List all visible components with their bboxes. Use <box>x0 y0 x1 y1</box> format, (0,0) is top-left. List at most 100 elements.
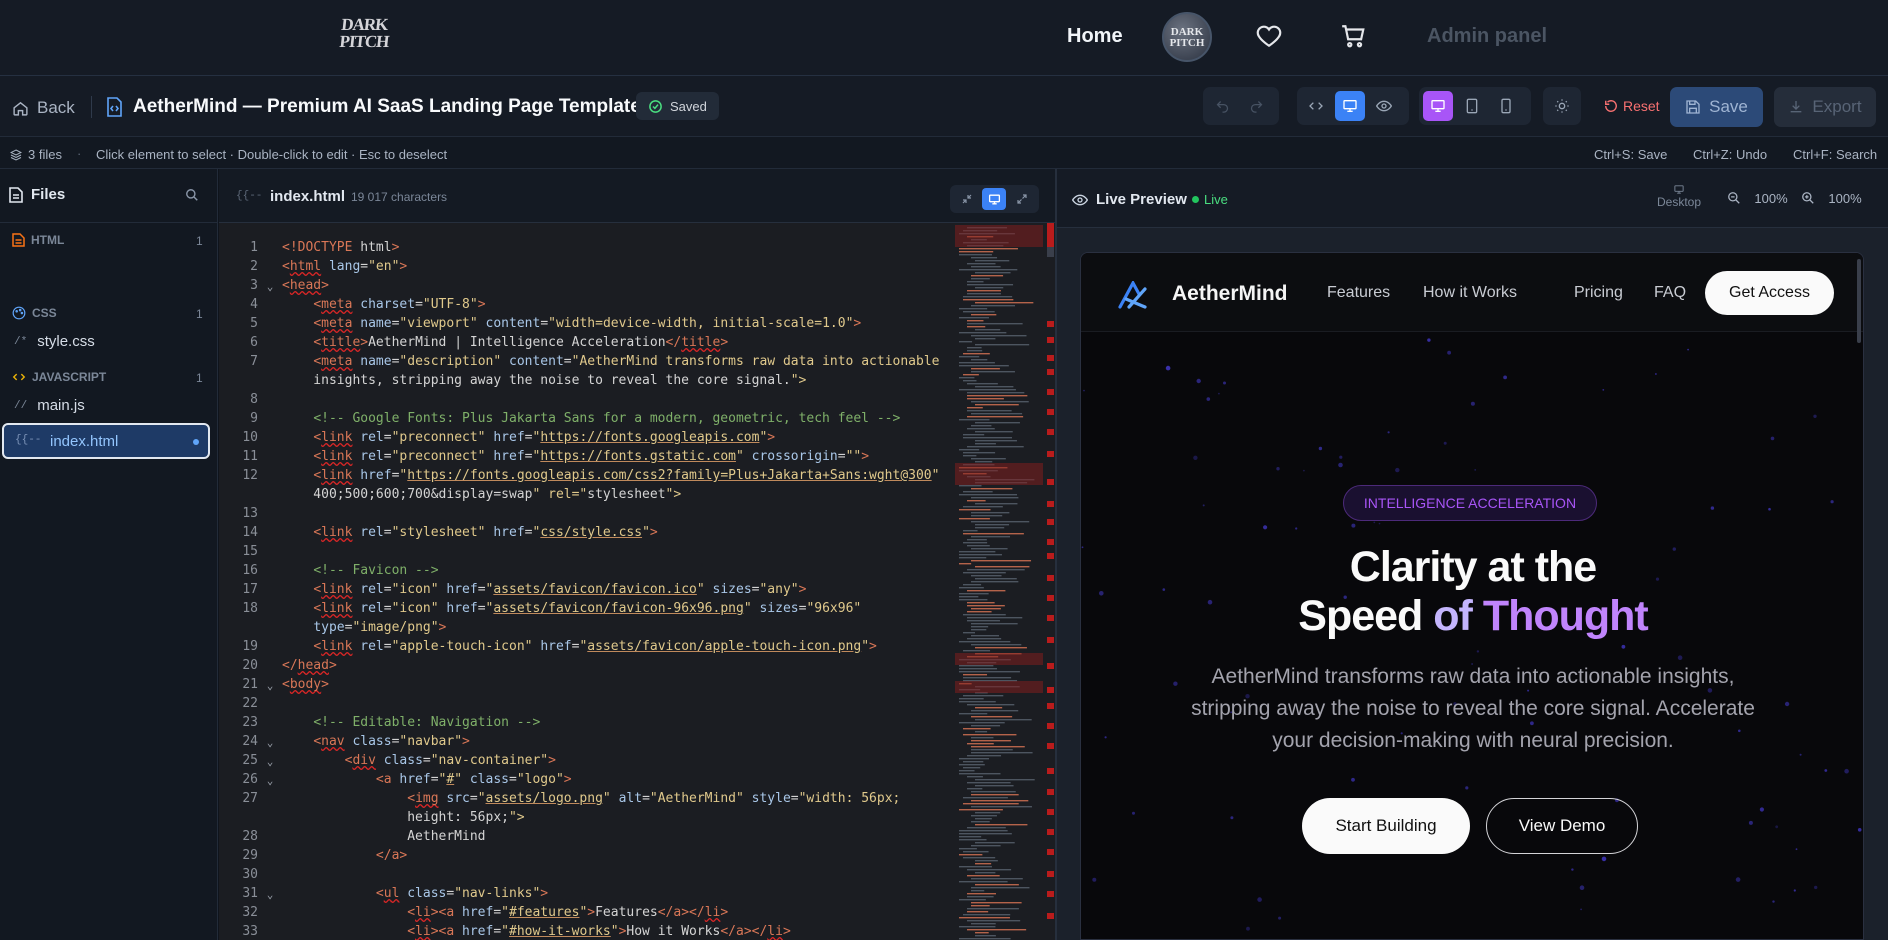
site-brand[interactable]: AetherMind <box>1172 282 1288 306</box>
code-line[interactable]: 31 ⌄ <ul class="nav-links"> <box>219 884 949 903</box>
heart-icon[interactable] <box>1256 23 1282 49</box>
fold-gutter <box>258 903 282 922</box>
code-line[interactable]: 16 <!-- Favicon --> <box>219 561 949 580</box>
code-line[interactable]: 23 <!-- Editable: Navigation --> <box>219 713 949 732</box>
reset-button[interactable]: Reset <box>1604 98 1660 114</box>
expand-button[interactable] <box>1010 188 1034 210</box>
code-line[interactable]: 32 <li><a href="#features">Features</a><… <box>219 903 949 922</box>
code-line[interactable]: 7 <meta name="description" content="Aeth… <box>219 352 949 371</box>
dark-pitch-logo[interactable]: DARK PITCH <box>338 15 390 60</box>
code-line[interactable]: 24 ⌄ <nav class="navbar"> <box>219 732 949 751</box>
get-access-button[interactable]: Get Access <box>1705 271 1834 315</box>
code-line[interactable]: 8 <box>219 390 949 409</box>
site-link-pricing[interactable]: Pricing <box>1574 284 1623 302</box>
line-number: 9 <box>250 411 258 426</box>
collapse-button[interactable] <box>955 188 979 210</box>
fold-gutter <box>258 694 282 713</box>
cart-icon[interactable] <box>1340 23 1366 49</box>
layout-button[interactable] <box>982 188 1007 210</box>
code-line[interactable]: 29 </a> <box>219 846 949 865</box>
zoom-out-button[interactable] <box>1719 183 1749 213</box>
code-area[interactable]: 1 <!DOCTYPE html> 2 <html lang="en"> 3 ⌄ <head… <box>219 238 949 940</box>
fold-chevron-icon[interactable]: ⌄ <box>258 884 282 903</box>
code-line[interactable]: 15 <box>219 542 949 561</box>
line-number: 19 <box>242 639 258 654</box>
code-line[interactable]: 19 <link rel="apple-touch-icon" href="as… <box>219 637 949 656</box>
code-line[interactable]: type="image/png"> <box>219 618 949 637</box>
code-line[interactable]: 3 ⌄ <head> <box>219 276 949 295</box>
category-count: 1 <box>196 234 203 248</box>
back-button[interactable]: Back <box>12 98 75 118</box>
preview-view-button[interactable] <box>1369 91 1399 121</box>
zoom-in-button[interactable] <box>1793 183 1823 213</box>
aethermind-logo-icon[interactable] <box>1117 281 1149 309</box>
redo-button[interactable] <box>1241 91 1271 121</box>
code-line[interactable]: 18 <link rel="icon" href="assets/favicon… <box>219 599 949 618</box>
code-line[interactable]: 11 <link rel="preconnect" href="https://… <box>219 447 949 466</box>
code-line[interactable]: 17 <link rel="icon" href="assets/favicon… <box>219 580 949 599</box>
code-line[interactable]: 20 </head> <box>219 656 949 675</box>
admin-panel-link[interactable]: Admin panel <box>1427 25 1547 48</box>
mobile-device-button[interactable] <box>1491 91 1521 121</box>
editor-scrollbar[interactable] <box>1046 223 1055 940</box>
code-minimap[interactable] <box>955 223 1043 940</box>
category-css[interactable]: CSS <box>12 306 57 320</box>
tablet-device-button[interactable] <box>1457 91 1487 121</box>
code-line[interactable]: 27 <img src="assets/logo.png" alt="Aethe… <box>219 789 949 808</box>
save-button[interactable]: Save <box>1670 87 1763 127</box>
line-content <box>282 390 949 409</box>
site-link-faq[interactable]: FAQ <box>1654 284 1686 302</box>
code-line[interactable]: 6 <title>AetherMind | Intelligence Accel… <box>219 333 949 352</box>
view-demo-button[interactable]: View Demo <box>1486 798 1638 854</box>
preview-frame[interactable]: AetherMind Features How it Works Pricing… <box>1080 252 1864 940</box>
code-line[interactable]: 25 ⌄ <div class="nav-container"> <box>219 751 949 770</box>
avatar[interactable]: DARK PITCH <box>1162 12 1212 62</box>
split-view-button[interactable] <box>1335 91 1365 121</box>
code-view-button[interactable] <box>1301 91 1331 121</box>
nav-home-link[interactable]: Home <box>1067 25 1123 48</box>
desktop-device-button[interactable] <box>1423 91 1453 121</box>
code-line[interactable]: 12 <link href="https://fonts.googleapis.… <box>219 466 949 485</box>
fold-chevron-icon[interactable]: ⌄ <box>258 276 282 295</box>
headline-of: of <box>1433 592 1483 640</box>
editor-tab-name[interactable]: index.html <box>270 188 345 205</box>
code-line[interactable]: 30 <box>219 865 949 884</box>
preview-scrollbar[interactable] <box>1857 259 1861 343</box>
fold-gutter <box>258 827 282 846</box>
code-line[interactable]: 2 <html lang="en"> <box>219 257 949 276</box>
search-icon[interactable] <box>185 188 199 202</box>
fold-chevron-icon[interactable]: ⌄ <box>258 751 282 770</box>
code-line[interactable]: 1 <!DOCTYPE html> <box>219 238 949 257</box>
line-number: 10 <box>242 430 258 445</box>
code-line[interactable]: insights, stripping away the noise to re… <box>219 371 949 390</box>
code-line[interactable]: 28 AetherMind <box>219 827 949 846</box>
file-item-index-html[interactable]: {{-- index.html <box>2 423 210 459</box>
site-link-features[interactable]: Features <box>1327 284 1390 302</box>
category-javascript[interactable]: JAVASCRIPT <box>12 370 106 384</box>
category-html[interactable]: HTML <box>12 233 64 247</box>
code-line[interactable]: 400;500;600;700&display=swap" rel="style… <box>219 485 949 504</box>
code-line[interactable]: 5 <meta name="viewport" content="width=d… <box>219 314 949 333</box>
file-item-main-js[interactable]: // main.js <box>14 397 85 414</box>
undo-button[interactable] <box>1207 91 1237 121</box>
code-line[interactable]: 26 ⌄ <a href="#" class="logo"> <box>219 770 949 789</box>
code-line[interactable]: 22 <box>219 694 949 713</box>
fold-chevron-icon[interactable]: ⌄ <box>258 675 282 694</box>
fold-chevron-icon[interactable]: ⌄ <box>258 732 282 751</box>
theme-toggle-button[interactable] <box>1547 91 1577 121</box>
code-line[interactable]: 4 <meta charset="UTF-8"> <box>219 295 949 314</box>
line-number: 8 <box>250 392 258 407</box>
code-line[interactable]: 21 ⌄ <body> <box>219 675 949 694</box>
fold-chevron-icon[interactable]: ⌄ <box>258 770 282 789</box>
code-line[interactable]: 9 <!-- Google Fonts: Plus Jakarta Sans f… <box>219 409 949 428</box>
start-building-button[interactable]: Start Building <box>1302 798 1470 854</box>
site-link-how-it-works[interactable]: How it Works <box>1423 284 1517 302</box>
code-line[interactable]: 10 <link rel="preconnect" href="https://… <box>219 428 949 447</box>
code-line[interactable]: 13 <box>219 504 949 523</box>
export-button[interactable]: Export <box>1774 87 1876 127</box>
file-item-style-css[interactable]: /* style.css <box>14 333 95 350</box>
code-line[interactable]: 14 <link rel="stylesheet" href="css/styl… <box>219 523 949 542</box>
code-line[interactable]: height: 56px;"> <box>219 808 949 827</box>
code-line[interactable]: 33 <li><a href="#how-it-works">How it Wo… <box>219 922 949 940</box>
avatar-text-line2: PITCH <box>1169 37 1205 49</box>
